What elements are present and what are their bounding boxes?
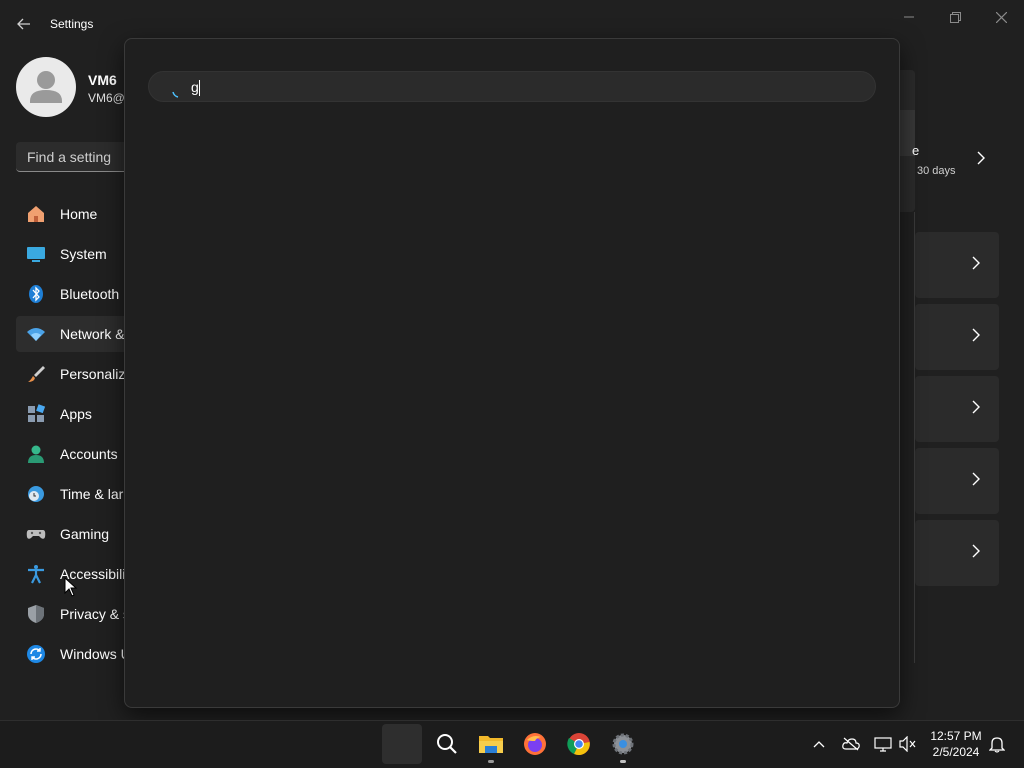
maximize-icon bbox=[949, 11, 961, 23]
sidebar-item-privacy[interactable]: Privacy & s bbox=[16, 596, 128, 632]
clock-globe-icon bbox=[25, 483, 47, 505]
show-hidden-icons-button[interactable] bbox=[808, 734, 830, 754]
taskbar-settings[interactable] bbox=[605, 727, 641, 763]
settings-card[interactable] bbox=[915, 304, 999, 370]
account-card-subtitle: 30 days bbox=[917, 165, 956, 177]
sidebar-item-time-language[interactable]: Time & lar bbox=[16, 476, 128, 512]
onedrive-icon bbox=[842, 737, 860, 751]
firefox-icon bbox=[524, 733, 546, 755]
sidebar-item-accounts[interactable]: Accounts bbox=[16, 436, 128, 472]
account-card-title: e bbox=[912, 143, 920, 158]
sidebar-item-label: Apps bbox=[60, 406, 92, 422]
settings-icon bbox=[612, 733, 634, 755]
maximize-button[interactable] bbox=[932, 6, 978, 28]
sidebar-item-label: Home bbox=[60, 206, 98, 222]
popup-search-input[interactable] bbox=[148, 71, 876, 102]
sidebar-item-label: Time & lar bbox=[60, 486, 124, 502]
content-panel-edge bbox=[899, 212, 915, 663]
settings-card[interactable] bbox=[915, 520, 999, 586]
sidebar-item-bluetooth[interactable]: Bluetooth bbox=[16, 276, 128, 312]
start-button[interactable] bbox=[382, 724, 422, 764]
wifi-icon bbox=[25, 323, 47, 345]
sidebar-item-personalization[interactable]: Personaliza bbox=[16, 356, 128, 392]
chevron-right-icon bbox=[971, 255, 981, 274]
volume-tray[interactable] bbox=[897, 734, 919, 754]
avatar[interactable] bbox=[16, 57, 76, 117]
sidebar-item-windows-update[interactable]: Windows U bbox=[16, 636, 128, 672]
mouse-cursor-icon bbox=[64, 576, 78, 600]
running-indicator bbox=[488, 760, 494, 763]
running-indicator bbox=[620, 760, 626, 763]
taskbar-file-explorer[interactable] bbox=[473, 727, 509, 763]
loading-spinner-icon bbox=[172, 85, 180, 98]
bluetooth-icon bbox=[25, 283, 47, 305]
settings-card[interactable] bbox=[915, 376, 999, 442]
chevron-up-icon bbox=[813, 741, 825, 748]
notifications-bell-icon bbox=[989, 737, 1005, 753]
user-email: VM6@ bbox=[88, 91, 124, 105]
app-title: Settings bbox=[50, 17, 94, 31]
sidebar-item-network[interactable]: Network & bbox=[16, 316, 128, 352]
minimize-icon bbox=[904, 16, 914, 18]
person-icon bbox=[25, 443, 47, 465]
sidebar-item-label: Gaming bbox=[60, 526, 110, 542]
sidebar-item-label: Bluetooth bbox=[60, 286, 120, 302]
chevron-right-icon bbox=[971, 471, 981, 490]
sidebar-item-system[interactable]: System bbox=[16, 236, 128, 272]
gamepad-icon bbox=[25, 523, 47, 545]
sidebar-item-gaming[interactable]: Gaming bbox=[16, 516, 128, 552]
user-avatar-icon bbox=[30, 71, 62, 103]
chevron-right-icon bbox=[971, 327, 981, 346]
clock-time[interactable]: 12:57 PM bbox=[926, 729, 986, 743]
home-icon bbox=[25, 203, 47, 225]
taskbar-search-button[interactable] bbox=[429, 727, 465, 761]
search-query-text: g bbox=[191, 79, 199, 95]
shield-icon bbox=[25, 603, 47, 625]
taskbar bbox=[0, 720, 1024, 768]
find-setting-placeholder: Find a setting bbox=[27, 149, 112, 165]
chevron-right-icon bbox=[971, 543, 981, 562]
network-icon bbox=[874, 737, 892, 752]
update-icon bbox=[25, 643, 47, 665]
taskbar-chrome[interactable] bbox=[561, 727, 597, 761]
brush-icon bbox=[25, 363, 47, 385]
settings-card[interactable] bbox=[915, 232, 999, 298]
notifications-button[interactable] bbox=[986, 734, 1008, 754]
text-caret bbox=[199, 80, 200, 96]
chrome-icon bbox=[567, 733, 590, 756]
system-icon bbox=[25, 243, 47, 265]
close-icon bbox=[995, 11, 1007, 23]
network-tray[interactable] bbox=[872, 734, 894, 754]
apps-icon bbox=[25, 403, 47, 425]
sidebar-item-home[interactable]: Home bbox=[16, 196, 128, 232]
search-icon bbox=[437, 734, 457, 754]
taskbar-firefox[interactable] bbox=[517, 727, 553, 761]
file-explorer-icon bbox=[479, 736, 503, 753]
settings-card[interactable] bbox=[915, 448, 999, 514]
volume-muted-icon bbox=[899, 736, 916, 752]
onedrive-tray[interactable] bbox=[840, 734, 862, 754]
sidebar-item-label: Privacy & s bbox=[60, 606, 126, 622]
user-name: VM6 bbox=[88, 72, 117, 88]
sidebar-item-label: Accounts bbox=[60, 446, 118, 462]
sidebar-item-label: Network & bbox=[60, 326, 125, 342]
sidebar-item-apps[interactable]: Apps bbox=[16, 396, 128, 432]
chevron-right-icon[interactable] bbox=[976, 150, 992, 172]
close-button[interactable] bbox=[978, 6, 1024, 28]
clock-date[interactable]: 2/5/2024 bbox=[926, 745, 986, 759]
back-arrow-icon bbox=[17, 18, 30, 30]
minimize-button[interactable] bbox=[886, 6, 932, 28]
chevron-right-icon bbox=[971, 399, 981, 418]
back-button[interactable] bbox=[10, 12, 38, 36]
sidebar-item-label: Personaliza bbox=[60, 366, 126, 382]
sidebar-item-label: Windows U bbox=[60, 646, 126, 662]
find-setting-input[interactable]: Find a setting bbox=[16, 142, 136, 172]
accessibility-icon bbox=[25, 563, 47, 585]
search-results-popup bbox=[124, 38, 900, 708]
sidebar-item-label: System bbox=[60, 246, 107, 262]
